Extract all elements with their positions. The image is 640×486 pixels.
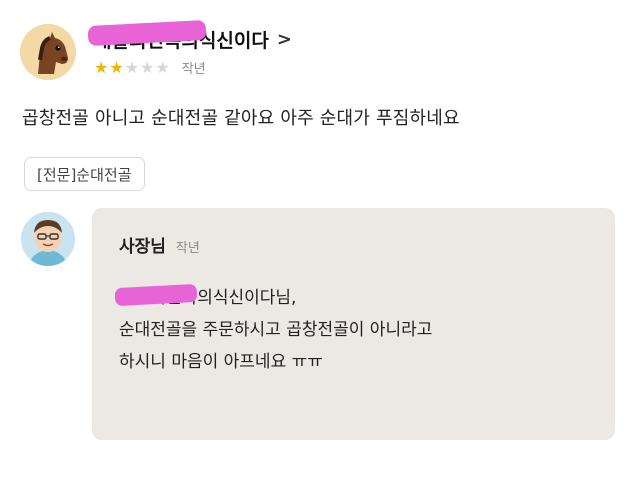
reply-name-wrap: 배달의민족의식신이다님,	[114, 282, 296, 314]
reply-line: 순대전골을 주문하시고 곱창전골이 아니라고	[119, 320, 433, 340]
review-date: 작년	[181, 62, 206, 77]
reviewer-name-wrap: 배달의민족의식신이다	[87, 19, 269, 53]
chevron-right-icon: >	[276, 29, 292, 50]
owner-name: 사장님	[119, 237, 166, 257]
cartoon-person-avatar-icon	[21, 212, 75, 266]
star-filled-icon: ★	[109, 57, 124, 77]
horse-avatar-icon	[20, 24, 76, 80]
star-empty-icon: ★	[155, 57, 170, 77]
star-rating: ★ ★ ★ ★ ★	[94, 57, 170, 77]
owner-header: 사장님 작년	[119, 232, 200, 257]
owner-reply-box: 사장님 작년 배달의민족의식신이다님, 순대전골을 주문하시고 곱창전골이 아니…	[92, 208, 615, 440]
star-filled-icon: ★	[94, 57, 109, 77]
reply-line: 하시니 마음이 아프네요 ㅠㅠ	[119, 352, 323, 372]
reviewer-avatar[interactable]	[20, 24, 76, 80]
menu-tag[interactable]: [전문]순대전골	[24, 157, 145, 191]
owner-avatar	[21, 212, 75, 266]
rating-row: ★ ★ ★ ★ ★ 작년	[94, 58, 206, 77]
star-empty-icon: ★	[124, 57, 140, 77]
star-empty-icon: ★	[140, 57, 155, 77]
reply-text: 배달의민족의식신이다님, 순대전골을 주문하시고 곱창전골이 아니라고 하시니 …	[114, 282, 433, 378]
review-text: 곱창전골 아니고 순대전골 같아요 아주 순대가 푸짐하네요	[22, 108, 460, 129]
reviewer-name-row[interactable]: 배달의민족의식신이다 >	[87, 19, 292, 53]
reply-line: 배달의민족의식신이다님,	[114, 282, 432, 314]
reply-date: 작년	[175, 241, 200, 256]
